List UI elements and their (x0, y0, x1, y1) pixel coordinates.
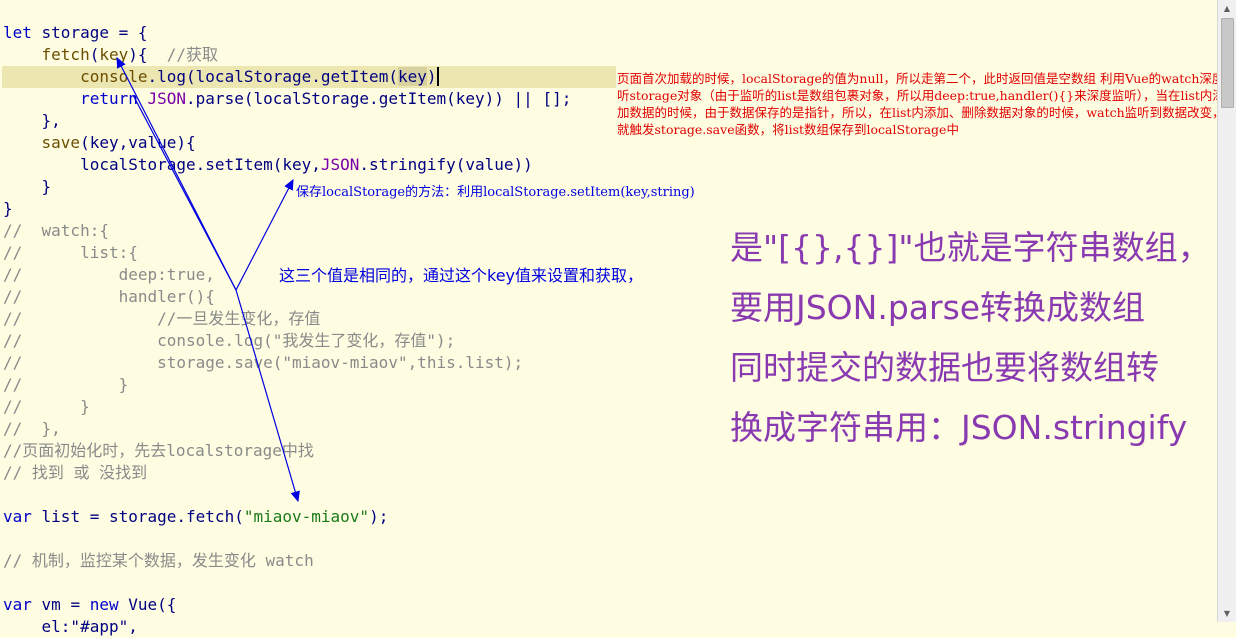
purple-line-1: 是"[{},{}]"也就是字符串数组， (730, 228, 1211, 267)
annotation-red-explanation: 页面首次加载的时候，localStorage的值为null，所以走第二个，此时返… (617, 71, 1236, 137)
scroll-down-arrow-icon[interactable]: ▼ (1218, 605, 1236, 622)
purple-line-3: 同时提交的数据也要将数组转 (730, 348, 1159, 387)
annotation-same-key: 这三个值是相同的，通过这个key值来设置和获取， (279, 266, 644, 285)
purple-line-2: 要用JSON.parse转换成数组 (730, 288, 1146, 327)
code-editor[interactable]: let storage = { fetch(key){ //获取 console… (0, 0, 1236, 636)
annotation-json-explanation: 是"[{},{}]"也就是字符串数组， 要用JSON.parse转换成数组 同时… (730, 218, 1218, 458)
annotation-save-method: 保存localStorage的方法：利用localStorage.setItem… (296, 185, 695, 200)
scrollbar-thumb[interactable] (1221, 18, 1234, 108)
purple-line-4: 换成字符串用：JSON.stringify (730, 408, 1188, 447)
arrow-to-note (132, 94, 237, 291)
vertical-scrollbar[interactable]: ▲ ▼ (1217, 0, 1236, 622)
scroll-up-arrow-icon[interactable]: ▲ (1218, 0, 1236, 17)
arrow-to-miaov-key (235, 289, 300, 503)
